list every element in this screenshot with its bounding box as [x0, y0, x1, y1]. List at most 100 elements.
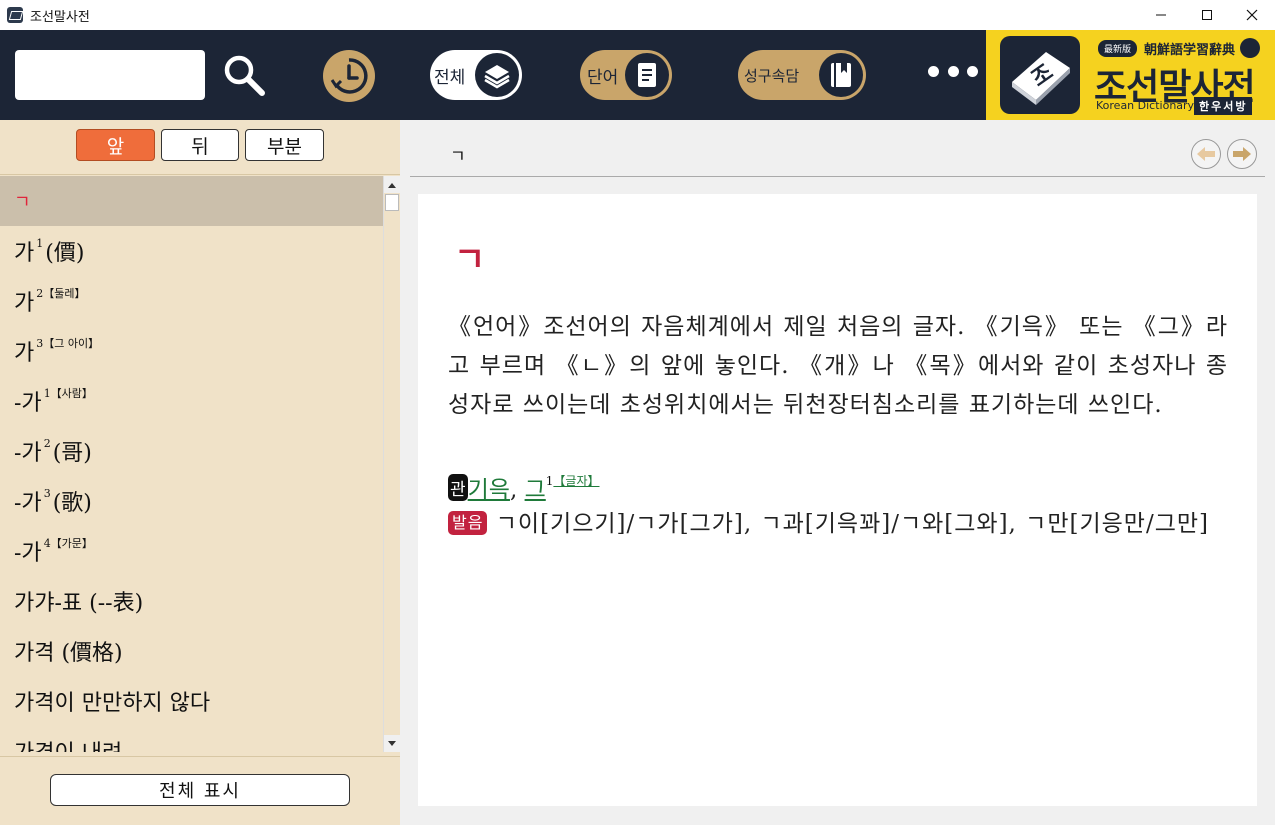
list-item[interactable]: 가격이 내려	[0, 726, 383, 752]
list-item-word: -가	[14, 491, 42, 516]
list-item-tail: (價)	[45, 241, 85, 266]
list-item[interactable]: 가갸-표 (--表)	[0, 576, 383, 626]
list-item[interactable]: -가 3 (歌)	[0, 476, 383, 526]
logo-subtitle: Korean Dictionary	[1096, 99, 1195, 112]
minimize-button[interactable]	[1138, 0, 1184, 30]
list-item-sup: 1	[36, 236, 44, 250]
word-list-panel: 앞 뒤 부분 ㄱ 가 1 (價) 가 2【둘레】 가 3【그 아이】 -가 1【사람】 -…	[0, 120, 400, 825]
logo-cjk-title: 朝鮮語学習辭典	[1144, 43, 1236, 58]
list-item-sup: 3【그 아이】	[36, 337, 100, 350]
arrow-up-icon	[388, 182, 396, 188]
list-item[interactable]: -가 2 (哥)	[0, 426, 383, 476]
window-title: 조선말사전	[30, 10, 90, 25]
list-item-word: ㄱ	[14, 192, 31, 213]
filter-idiom-label: 성구속담	[744, 66, 800, 85]
match-back-button[interactable]: 뒤	[161, 129, 239, 161]
divider	[0, 174, 400, 175]
app-logo: 조 最新版 朝鮮語学習辭典 조선말사전 Korean Dictionary 한우…	[986, 30, 1275, 120]
list-item-sup: 4【가문】	[43, 537, 93, 550]
close-icon	[1246, 9, 1258, 21]
pronunciation-tag: 발음	[448, 511, 488, 535]
filter-idiom-button[interactable]: 성구속담	[738, 50, 866, 100]
entry-header-word: ㄱ	[450, 147, 466, 167]
pronunciation-text: ㄱ이[기으기]/ㄱ가[그가], ㄱ과[기윽꽈]/ㄱ와[그와], ㄱ만[기응만/그…	[495, 511, 1209, 537]
prev-entry-button[interactable]	[1191, 139, 1221, 169]
search-icon	[224, 55, 265, 96]
minimize-icon	[1156, 14, 1166, 16]
list-item[interactable]: -가 1【사람】	[0, 376, 383, 426]
list-item[interactable]: 가격이 만만하지 않다	[0, 676, 383, 726]
list-item-word: 가격이 내려	[14, 735, 122, 752]
close-button[interactable]	[1229, 0, 1275, 30]
entry-definition: 《언어》조선어의 자음체계에서 제일 처음의 글자. 《기윽》 또는 《그》라고…	[448, 314, 1228, 418]
list-item-sup: 3	[43, 486, 51, 500]
list-item[interactable]: 가 3【그 아이】	[0, 326, 383, 376]
scroll-up-button[interactable]	[384, 176, 400, 193]
more-dot-icon	[947, 66, 959, 77]
scroll-down-button[interactable]	[384, 735, 400, 752]
arrow-down-icon	[388, 740, 396, 746]
list-item-word: 가격이 만만하지 않다	[14, 691, 211, 716]
filter-word-label: 단어	[587, 67, 619, 88]
related-words: 관기윽, 그1【글자】	[448, 470, 600, 504]
entry-headword: ㄱ	[454, 240, 486, 280]
document-icon	[625, 53, 669, 97]
history-button[interactable]	[323, 50, 375, 102]
list-item[interactable]: ㄱ	[0, 176, 383, 226]
entry-content: ㄱ 《언어》조선어의 자음체계에서 제일 처음의 글자. 《기윽》 또는 《그》…	[418, 194, 1257, 806]
arrow-left-icon	[1197, 147, 1215, 161]
list-item[interactable]: 가 1 (價)	[0, 226, 383, 276]
list-item[interactable]: 가 2【둘레】	[0, 276, 383, 326]
match-front-button[interactable]: 앞	[76, 129, 155, 161]
logo-book-icon: 조	[1000, 36, 1080, 114]
list-item-word: 가	[14, 291, 35, 316]
logo-seal-icon	[1240, 38, 1260, 58]
search-input[interactable]	[15, 50, 205, 100]
word-list: ㄱ 가 1 (價) 가 2【둘레】 가 3【그 아이】 -가 1【사람】 -가 2 (哥) -…	[0, 176, 383, 752]
more-dot-icon	[967, 66, 978, 77]
list-scrollbar[interactable]	[383, 176, 400, 752]
list-item-word: -가	[14, 541, 42, 566]
related-link-1[interactable]: 기윽	[468, 477, 510, 503]
clock-icon	[330, 58, 368, 94]
list-item-word: -가	[14, 441, 42, 466]
entry-panel: ㄱ ㄱ 《언어》조선어의 자음체계에서 제일 처음의 글자. 《기윽》 또는 《…	[400, 120, 1275, 825]
layers-icon	[475, 53, 519, 97]
list-item-sup: 2【둘레】	[36, 287, 86, 300]
scroll-thumb[interactable]	[385, 194, 399, 211]
logo-publisher: 한우서방	[1194, 97, 1253, 115]
next-entry-button[interactable]	[1227, 139, 1257, 169]
arrow-right-icon	[1233, 147, 1251, 161]
show-all-button[interactable]: 전체 표시	[50, 774, 350, 806]
related-tag: 관	[448, 474, 468, 501]
maximize-button[interactable]	[1184, 0, 1230, 30]
divider	[0, 756, 400, 757]
list-item[interactable]: 가격 (價格)	[0, 626, 383, 676]
list-item-word: -가	[14, 391, 42, 416]
related-separator: ,	[509, 477, 525, 503]
list-item-sup: 1【사람】	[43, 387, 93, 400]
pronunciation: 발음 ㄱ이[기으기]/ㄱ가[그가], ㄱ과[기윽꽈]/ㄱ와[그와], ㄱ만[기응…	[448, 506, 1238, 543]
list-item-word: 가	[14, 241, 35, 266]
title-bar: 조선말사전	[0, 0, 1275, 30]
divider	[410, 176, 1265, 177]
match-partial-button[interactable]: 부분	[245, 129, 324, 161]
list-item-word: 가격 (價格)	[14, 641, 123, 666]
filter-all-label: 전체	[434, 67, 466, 88]
list-item-tail: (哥)	[52, 441, 92, 466]
logo-badge: 最新版	[1098, 40, 1138, 57]
filter-all-button[interactable]: 전체	[430, 50, 522, 100]
related-link-2[interactable]: 그	[525, 477, 546, 503]
app-icon	[7, 7, 23, 23]
search-button[interactable]	[220, 52, 268, 100]
list-item-tail: (歌)	[52, 491, 92, 516]
book-icon	[819, 53, 863, 97]
list-item-word: 가	[14, 341, 35, 366]
list-item[interactable]: -가 4【가문】	[0, 526, 383, 576]
related-link-2-note[interactable]: 【글자】	[553, 474, 599, 488]
more-button[interactable]	[928, 66, 978, 82]
filter-word-button[interactable]: 단어	[580, 50, 672, 100]
list-item-word: 가갸-표 (--表)	[14, 591, 144, 616]
list-item-sup: 2	[43, 436, 51, 450]
more-dot-icon	[928, 66, 939, 77]
